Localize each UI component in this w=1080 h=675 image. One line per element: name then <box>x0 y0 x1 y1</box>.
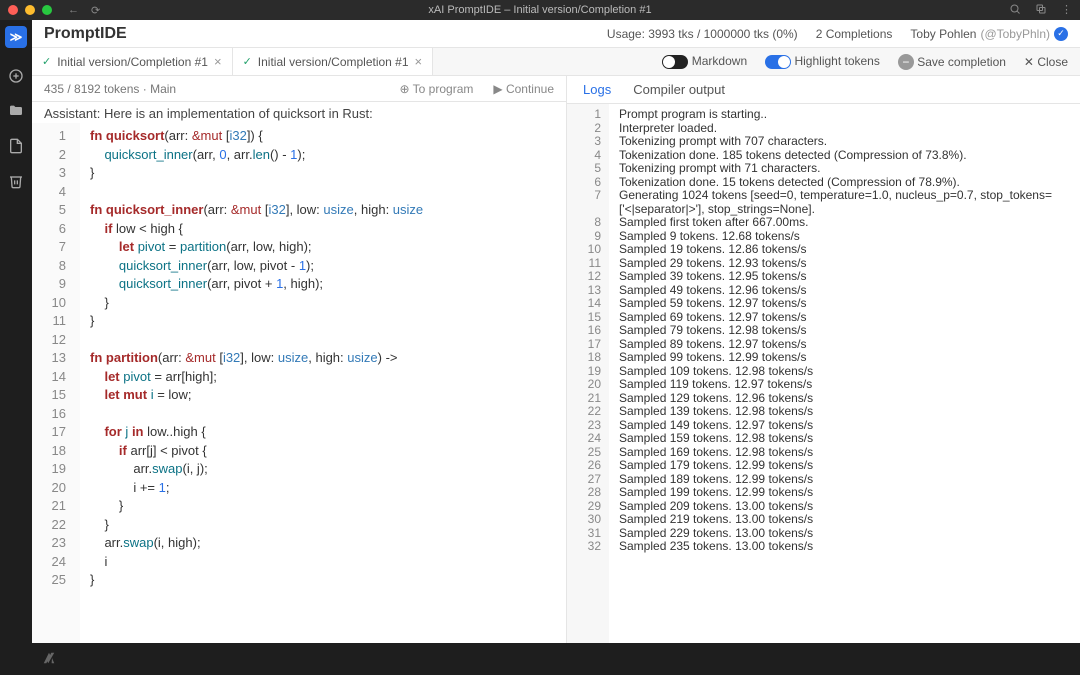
back-icon[interactable]: ← <box>68 4 79 17</box>
header: PromptIDE Usage: 3993 tks / 1000000 tks … <box>32 20 1080 48</box>
left-rail: ≫ <box>0 20 32 675</box>
maximize-window-icon[interactable] <box>42 5 52 15</box>
app-logo-icon[interactable]: ≫ <box>5 26 27 48</box>
save-completion-button[interactable]: − Save completion <box>898 54 1006 70</box>
continue-button[interactable]: ▶ Continue <box>493 82 554 96</box>
minimize-window-icon[interactable] <box>25 5 35 15</box>
user-handle: (@TobyPhln) <box>980 27 1050 41</box>
tab-logs[interactable]: Logs <box>583 82 611 97</box>
app-name: PromptIDE <box>44 25 127 43</box>
file-icon[interactable] <box>8 138 24 157</box>
tab-compiler-output[interactable]: Compiler output <box>633 82 725 97</box>
xai-logo-icon <box>40 649 58 670</box>
code-block[interactable]: 1234567891011121314151617181920212223242… <box>32 123 566 643</box>
user-name: Toby Pohlen <box>910 27 976 41</box>
completions-count[interactable]: 2 Completions <box>816 27 893 41</box>
bottom-bar <box>32 643 1080 675</box>
editor-panel: 435 / 8192 tokens · Main ⊕ To program ▶ … <box>32 76 567 643</box>
search-icon[interactable] <box>1009 3 1021 18</box>
to-program-button[interactable]: ⊕ To program <box>399 82 473 96</box>
markdown-toggle[interactable]: Markdown <box>662 54 747 69</box>
copy-icon[interactable] <box>1035 3 1047 18</box>
editor-status-bar: 435 / 8192 tokens · Main ⊕ To program ▶ … <box>32 76 566 102</box>
output-panel: Logs Compiler output 1234567891011121314… <box>567 76 1080 643</box>
window-controls <box>8 5 52 15</box>
verified-icon: ✓ <box>1054 27 1068 41</box>
close-window-icon[interactable] <box>8 5 18 15</box>
titlebar: ← ⟳ xAI PromptIDE – Initial version/Comp… <box>0 0 1080 20</box>
token-count: 435 / 8192 tokens · Main <box>44 82 176 96</box>
check-icon: ✓ <box>42 55 51 68</box>
assistant-message: Assistant: Here is an implementation of … <box>32 102 566 123</box>
highlight-toggle[interactable]: Highlight tokens <box>765 54 880 69</box>
log-output[interactable]: 1234567891011121314151617181920212223242… <box>567 104 1080 643</box>
trash-icon[interactable] <box>8 173 24 192</box>
tab-completion-2[interactable]: ✓ Initial version/Completion #1 × <box>233 48 434 75</box>
code-body[interactable]: fn quicksort(arr: &mut [i32]) { quicksor… <box>80 123 423 643</box>
output-tabs: Logs Compiler output <box>567 76 1080 104</box>
close-button[interactable]: ✕ Close <box>1024 55 1068 69</box>
line-gutter: 1234567891011121314151617181920212223242… <box>32 123 80 643</box>
check-icon: ✓ <box>243 55 252 68</box>
plus-icon[interactable] <box>8 68 24 87</box>
tab-label: Initial version/Completion #1 <box>258 55 409 69</box>
tab-label: Initial version/Completion #1 <box>57 55 208 69</box>
tab-strip: ✓ Initial version/Completion #1 × ✓ Init… <box>32 48 1080 76</box>
usage-text: Usage: 3993 tks / 1000000 tks (0%) <box>607 27 798 41</box>
folder-icon[interactable] <box>8 103 24 122</box>
log-body: Prompt program is starting..Interpreter … <box>609 104 1054 643</box>
more-icon[interactable]: ⋮ <box>1061 3 1072 18</box>
close-icon[interactable]: × <box>415 54 423 69</box>
user-chip[interactable]: Toby Pohlen (@TobyPhln) ✓ <box>910 27 1068 41</box>
log-gutter: 1234567891011121314151617181920212223242… <box>567 104 609 643</box>
refresh-icon[interactable]: ⟳ <box>91 4 100 17</box>
window-title: xAI PromptIDE – Initial version/Completi… <box>428 4 651 16</box>
tab-completion-1[interactable]: ✓ Initial version/Completion #1 × <box>32 48 233 75</box>
close-icon[interactable]: × <box>214 54 222 69</box>
